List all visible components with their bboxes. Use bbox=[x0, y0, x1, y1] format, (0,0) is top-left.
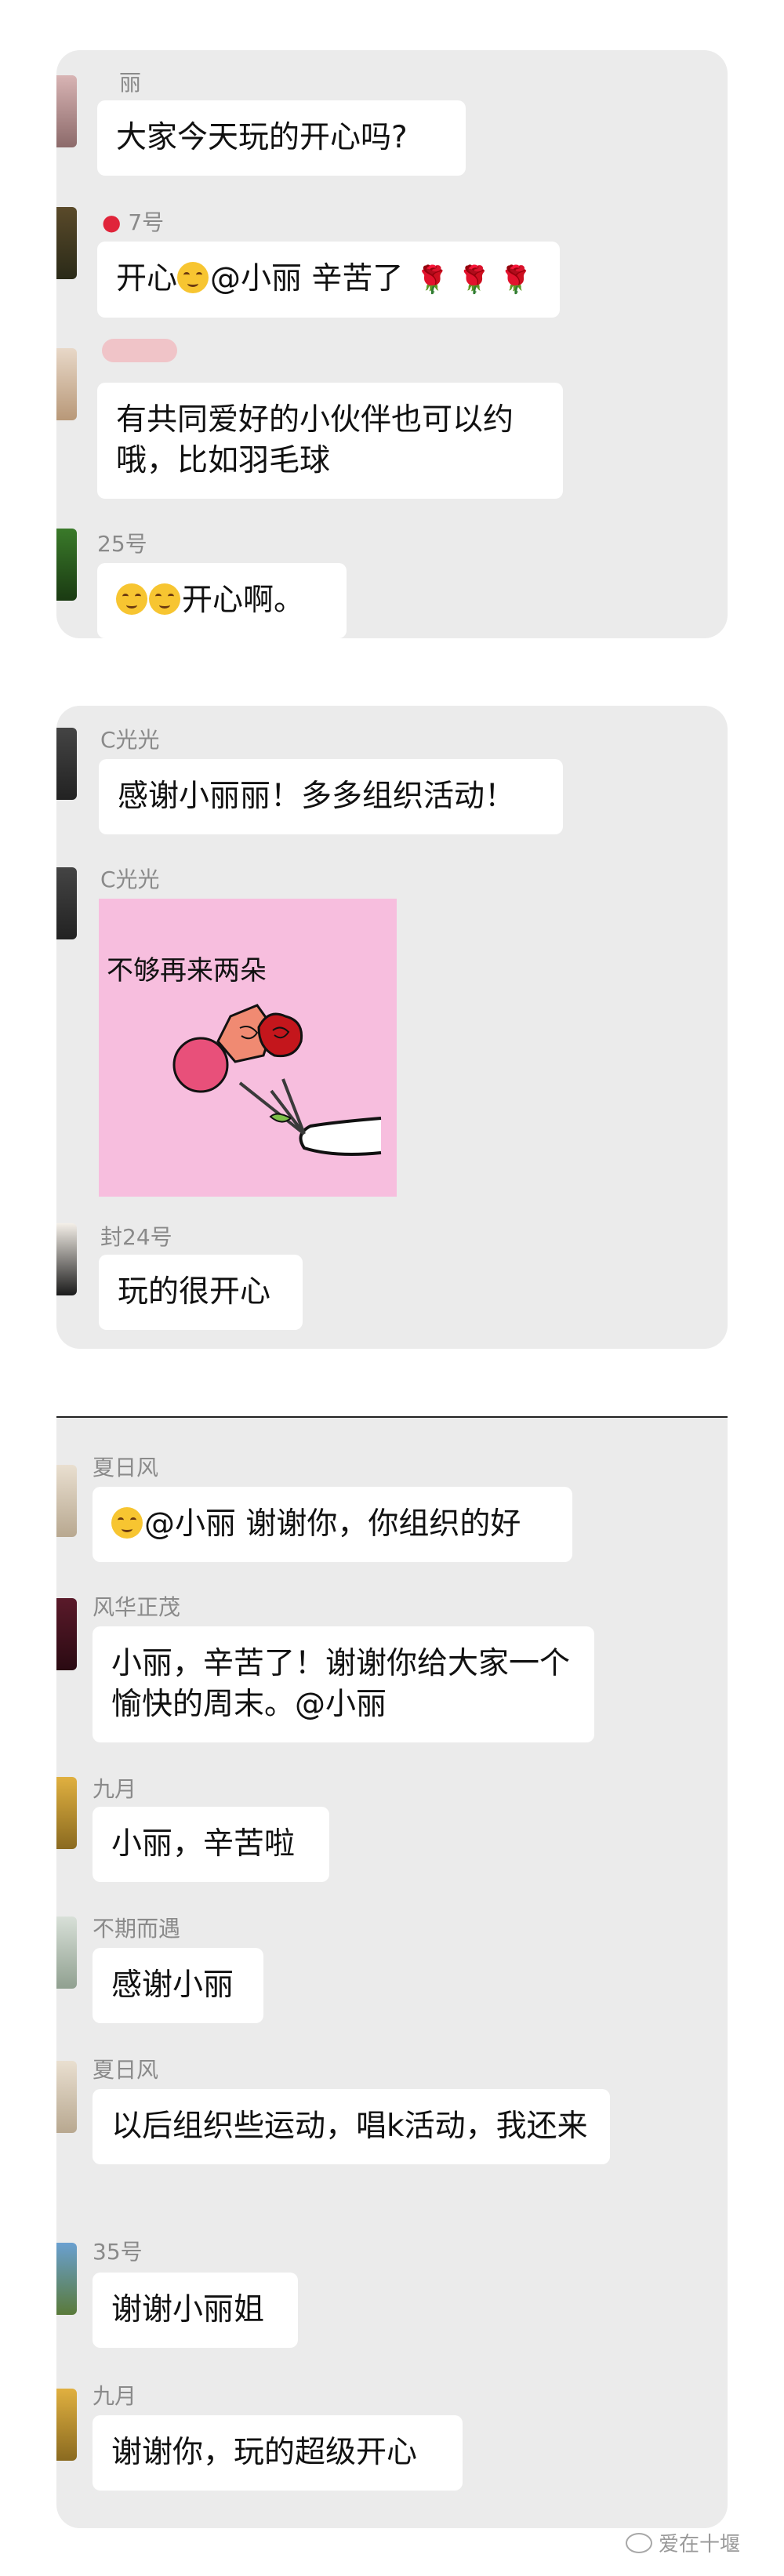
message-bubble[interactable]: 小丽，辛苦啦 bbox=[93, 1807, 329, 1882]
avatar[interactable] bbox=[56, 207, 77, 279]
sender-name: C光光 bbox=[100, 727, 160, 753]
sender-name: 夏日风 bbox=[93, 2057, 159, 2083]
chat-card-3: 夏日风 @小丽 谢谢你，你组织的好 风华正茂 小丽，辛苦了！谢谢你给大家一个愉快… bbox=[56, 1418, 728, 2528]
message-bubble[interactable]: 开心啊。 bbox=[97, 563, 347, 638]
sender-name: 25号 bbox=[97, 531, 147, 557]
blurred-name-icon bbox=[102, 339, 177, 362]
rose-sticker-image[interactable]: 不够再来两朵 bbox=[99, 899, 397, 1197]
sender-name: 丽 bbox=[119, 70, 142, 96]
avatar[interactable] bbox=[56, 2389, 77, 2461]
message-text: @小丽 谢谢你，你组织的好 bbox=[144, 1506, 521, 1542]
sender-name: C光光 bbox=[100, 867, 160, 892]
balloon-icon: ● bbox=[102, 209, 122, 235]
chat-card-2: C光光 感谢小丽丽！多多组织活动！ C光光 不够再来两朵 封24号 玩的很开心 bbox=[56, 706, 728, 1349]
message-bubble[interactable]: 谢谢小丽姐 bbox=[93, 2273, 298, 2348]
avatar[interactable] bbox=[56, 75, 77, 147]
avatar[interactable] bbox=[56, 1598, 77, 1670]
message-bubble[interactable]: 玩的很开心 bbox=[99, 1255, 303, 1330]
avatar[interactable] bbox=[56, 348, 77, 420]
message-bubble[interactable]: 大家今天玩的开心吗? bbox=[97, 100, 466, 176]
sender-name: 不期而遇 bbox=[93, 1916, 181, 1942]
message-bubble[interactable]: @小丽 谢谢你，你组织的好 bbox=[93, 1487, 572, 1562]
kiss-emoji-icon bbox=[177, 262, 209, 293]
sender-name: 封24号 bbox=[100, 1224, 172, 1250]
message-bubble[interactable]: 有共同爱好的小伙伴也可以约哦，比如羽毛球 bbox=[97, 383, 563, 499]
rose-bouquet-icon bbox=[172, 1004, 382, 1156]
message-bubble[interactable]: 感谢小丽 bbox=[93, 1948, 263, 2023]
avatar[interactable] bbox=[56, 728, 77, 800]
avatar[interactable] bbox=[56, 2061, 77, 2133]
chat-card-1: 丽 大家今天玩的开心吗? ● 7号 开心 @小丽 辛苦了 🌹 🌹 🌹 有共同爱好的小… bbox=[56, 50, 728, 638]
message-text: 开心啊。 bbox=[182, 583, 305, 618]
sender-name: 风华正茂 bbox=[93, 1594, 181, 1620]
smile-emoji-icon bbox=[149, 583, 180, 615]
wechat-icon bbox=[625, 2533, 652, 2553]
sender-name: 夏日风 bbox=[93, 1455, 159, 1481]
message-text-suffix: @小丽 辛苦了 bbox=[210, 261, 404, 296]
smile-emoji-icon bbox=[116, 583, 147, 615]
sender-name-text: 7号 bbox=[128, 209, 165, 235]
message-bubble[interactable]: 谢谢你，玩的超级开心 bbox=[93, 2415, 463, 2491]
sender-name: 九月 bbox=[93, 1776, 137, 1802]
avatar[interactable] bbox=[56, 1917, 77, 1989]
watermark: 爱在十堰 bbox=[625, 2528, 740, 2557]
avatar[interactable] bbox=[56, 1223, 77, 1295]
avatar[interactable] bbox=[56, 529, 77, 601]
sender-name bbox=[102, 339, 177, 368]
avatar[interactable] bbox=[56, 1465, 77, 1537]
sender-name: 35号 bbox=[93, 2239, 143, 2265]
watermark-text: 爱在十堰 bbox=[658, 2533, 740, 2556]
message-bubble[interactable]: 开心 @小丽 辛苦了 🌹 🌹 🌹 bbox=[97, 242, 560, 318]
rose-icons: 🌹 🌹 🌹 bbox=[416, 264, 533, 296]
message-text-prefix: 开心 bbox=[116, 261, 178, 296]
message-bubble[interactable]: 以后组织些运动，唱k活动，我还来 bbox=[93, 2089, 610, 2164]
sender-name: ● 7号 bbox=[102, 205, 164, 237]
avatar[interactable] bbox=[56, 2243, 77, 2315]
message-bubble[interactable]: 小丽，辛苦了！谢谢你给大家一个愉快的周末。@小丽 bbox=[93, 1626, 594, 1742]
avatar[interactable] bbox=[56, 1777, 77, 1849]
sender-name: 九月 bbox=[93, 2383, 137, 2409]
avatar[interactable] bbox=[56, 867, 77, 939]
message-bubble[interactable]: 感谢小丽丽！多多组织活动！ bbox=[99, 759, 563, 834]
kiss-emoji-icon bbox=[111, 1507, 143, 1539]
